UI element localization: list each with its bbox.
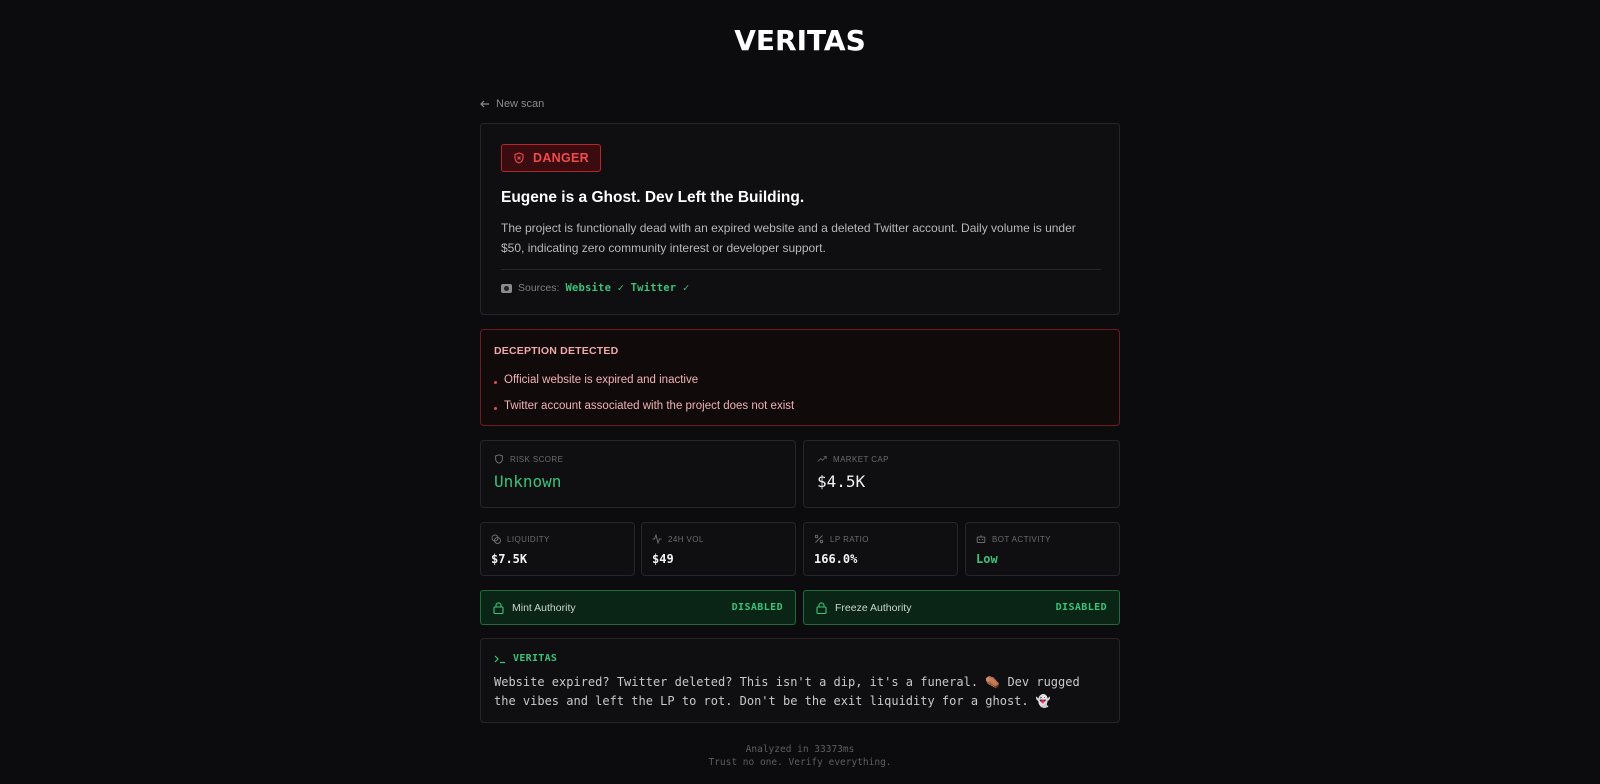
deception-item: Official website is expired and inactive: [494, 367, 1106, 393]
verdict-title: VERITAS: [513, 653, 558, 664]
risk-badge: DANGER: [501, 144, 601, 172]
market-cap-label: MARKET CAP: [833, 454, 889, 464]
bullet-icon: [494, 407, 497, 410]
freeze-authority-label: Freeze Authority: [835, 601, 912, 614]
risk-score-card: RISK SCORE Unknown: [480, 440, 796, 508]
lock-icon: [816, 601, 827, 614]
shield-icon: [495, 454, 503, 464]
verdict-card: VERITAS Website expired? Twitter deleted…: [480, 638, 1120, 723]
terminal-icon: [494, 655, 505, 663]
market-cap-value: $4.5K: [817, 472, 866, 491]
market-cap-card: MARKET CAP $4.5K: [803, 440, 1120, 508]
divider: [501, 269, 1101, 270]
liquidity-label: LIQUIDITY: [507, 534, 550, 544]
risk-badge-label: DANGER: [533, 151, 589, 165]
freeze-authority-row: Freeze Authority DISABLED: [803, 590, 1120, 625]
bot-activity-card: BOT ACTIVITY Low: [965, 522, 1120, 576]
camera-icon: [501, 283, 512, 293]
summary-card: DANGER Eugene is a Ghost. Dev Left the B…: [480, 123, 1120, 315]
lp-ratio-value: 166.0%: [814, 552, 858, 566]
liquidity-value: $7.5K: [491, 552, 528, 566]
volume-card: 24H VOL $49: [641, 522, 796, 576]
verdict-text: Website expired? Twitter deleted? This i…: [494, 675, 1080, 708]
new-scan-label: New scan: [496, 98, 545, 110]
coins-icon: [491, 534, 501, 544]
activity-icon: [652, 534, 662, 544]
deception-panel: DECEPTION DETECTED Official website is e…: [480, 329, 1120, 426]
verdict-header: VERITAS: [494, 653, 1106, 664]
deception-item-text: Official website is expired and inactive: [504, 374, 699, 386]
bot-activity-value: Low: [976, 552, 998, 566]
mint-authority-row: Mint Authority DISABLED: [480, 590, 796, 625]
bullet-icon: [494, 381, 497, 384]
lock-icon: [493, 601, 504, 614]
mint-authority-state: DISABLED: [731, 602, 783, 613]
deception-title: DECEPTION DETECTED: [494, 345, 619, 357]
footer-tagline: Trust no one. Verify everything.: [708, 757, 892, 768]
lp-ratio-card: LP RATIO 166.0%: [803, 522, 958, 576]
risk-score-value: Unknown: [494, 472, 562, 491]
volume-label: 24H VOL: [668, 534, 704, 544]
sources-label: Sources:: [518, 282, 560, 294]
liquidity-card: LIQUIDITY $7.5K: [480, 522, 635, 576]
new-scan-link[interactable]: New scan: [480, 96, 1120, 112]
analysis-time: Analyzed in 33373ms: [745, 744, 855, 755]
app-logo: VERITAS: [734, 24, 866, 57]
percent-icon: [814, 534, 824, 544]
trending-up-icon: [817, 456, 827, 462]
bot-icon: [976, 535, 986, 543]
summary-headline: Eugene is a Ghost. Dev Left the Building…: [501, 189, 805, 206]
volume-value: $49: [652, 552, 674, 566]
sources-value: Website ✓ Twitter ✓: [565, 282, 690, 294]
deception-list: Official website is expired and inactive…: [494, 367, 1106, 419]
bot-activity-label: BOT ACTIVITY: [992, 534, 1051, 544]
sources-row: Sources: Website ✓ Twitter ✓: [501, 282, 1099, 294]
deception-item: Twitter account associated with the proj…: [494, 393, 1106, 419]
freeze-authority-state: DISABLED: [1055, 602, 1107, 613]
summary-description: The project is functionally dead with an…: [501, 221, 1076, 255]
arrow-left-icon: [480, 100, 489, 108]
shield-x-icon: [514, 152, 524, 164]
deception-item-text: Twitter account associated with the proj…: [504, 400, 795, 412]
lp-ratio-label: LP RATIO: [830, 534, 869, 544]
risk-score-label: RISK SCORE: [510, 454, 564, 464]
mint-authority-label: Mint Authority: [512, 601, 576, 614]
